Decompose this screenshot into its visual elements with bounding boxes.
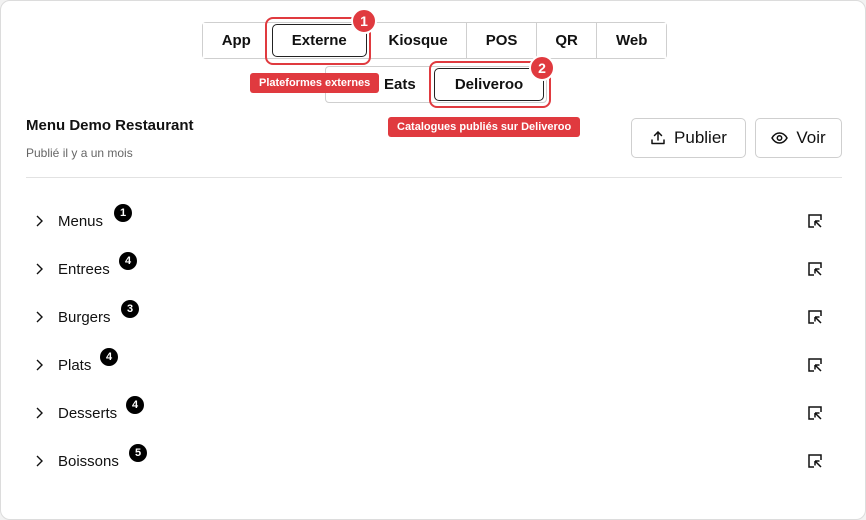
- tab-web[interactable]: Web: [596, 23, 666, 58]
- chevron-right-icon[interactable]: [35, 214, 45, 228]
- category-row-desserts[interactable]: Desserts 4: [26, 396, 842, 437]
- publish-button[interactable]: Publier: [631, 118, 746, 158]
- tooltip-plateformes-externes: Plateformes externes: [250, 73, 380, 93]
- menu-title: Menu Demo Restaurant: [26, 117, 194, 134]
- edit-icon[interactable]: [807, 453, 823, 469]
- chevron-right-icon[interactable]: [35, 262, 45, 276]
- tooltip-catalogues-deliveroo: Catalogues publiés sur Deliveroo: [388, 117, 581, 137]
- category-label: Entrees: [58, 261, 110, 278]
- tab-app[interactable]: App: [203, 23, 270, 58]
- tab-deliveroo[interactable]: Deliveroo: [434, 68, 544, 101]
- header-divider: [26, 177, 842, 178]
- edit-icon[interactable]: [807, 405, 823, 421]
- edit-icon[interactable]: [807, 213, 823, 229]
- category-label: Desserts: [58, 405, 118, 422]
- category-row-burgers[interactable]: Burgers 3: [26, 300, 842, 341]
- category-row-boissons[interactable]: Boissons 5: [26, 444, 842, 485]
- item-count-badge: 4: [119, 252, 137, 270]
- view-label: Voir: [796, 128, 826, 147]
- tab-qr[interactable]: QR: [535, 23, 597, 58]
- chevron-right-icon[interactable]: [35, 310, 45, 324]
- edit-icon[interactable]: [807, 309, 823, 325]
- category-row-plats[interactable]: Plats 4: [26, 348, 842, 389]
- category-label: Menus: [58, 213, 104, 230]
- menu-published-status: Publié il y a un mois: [26, 146, 133, 160]
- item-count-badge: 3: [121, 300, 139, 318]
- step-badge-2: 2: [529, 55, 555, 81]
- menu-card: App Externe Kiosque POS QR Web Eats Deli…: [0, 0, 866, 520]
- eye-icon: [771, 131, 789, 145]
- edit-icon[interactable]: [807, 261, 823, 277]
- category-label: Boissons: [58, 453, 119, 470]
- item-count-badge: 1: [114, 204, 132, 222]
- tab-eats[interactable]: Eats: [384, 67, 434, 102]
- tab-pos[interactable]: POS: [466, 23, 536, 58]
- tab-externe[interactable]: Externe: [271, 24, 367, 57]
- edit-icon[interactable]: [807, 357, 823, 373]
- chevron-right-icon[interactable]: [35, 406, 45, 420]
- category-label: Plats: [58, 357, 92, 374]
- platform-tabs: App Externe Kiosque POS QR Web: [202, 22, 667, 59]
- tab-kiosque[interactable]: Kiosque: [368, 23, 467, 58]
- upload-icon: [650, 130, 666, 146]
- category-label: Burgers: [58, 309, 111, 326]
- item-count-badge: 4: [100, 348, 118, 366]
- publish-label: Publier: [674, 128, 727, 147]
- step-badge-1: 1: [351, 8, 377, 34]
- chevron-right-icon[interactable]: [35, 454, 45, 468]
- item-count-badge: 4: [126, 396, 144, 414]
- category-row-menus[interactable]: Menus 1: [26, 204, 842, 245]
- view-button[interactable]: Voir: [755, 118, 842, 158]
- category-row-entrees[interactable]: Entrees 4: [26, 252, 842, 293]
- chevron-right-icon[interactable]: [35, 358, 45, 372]
- item-count-badge: 5: [129, 444, 147, 462]
